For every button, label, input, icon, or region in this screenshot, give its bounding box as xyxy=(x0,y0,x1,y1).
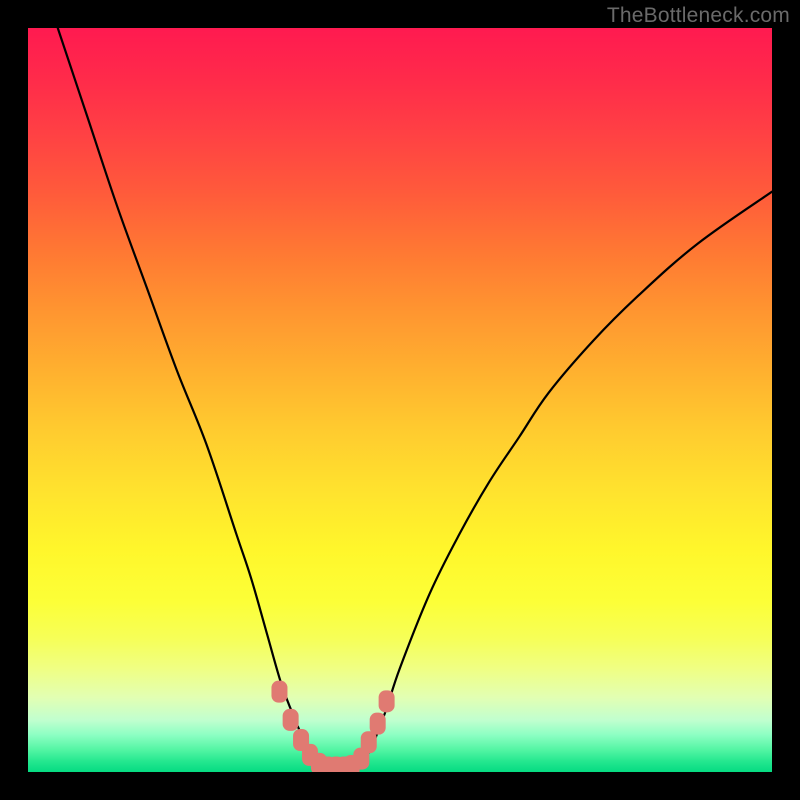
watermark-text: TheBottleneck.com xyxy=(607,4,790,28)
bottleneck-curve xyxy=(58,28,772,768)
data-point xyxy=(370,713,386,735)
curve-layer xyxy=(28,28,772,772)
plot-area xyxy=(28,28,772,772)
chart-frame: TheBottleneck.com xyxy=(0,0,800,800)
data-point xyxy=(361,731,377,753)
data-point xyxy=(379,690,395,712)
data-point xyxy=(271,681,287,703)
data-point xyxy=(283,709,299,731)
highlighted-points xyxy=(271,681,394,772)
